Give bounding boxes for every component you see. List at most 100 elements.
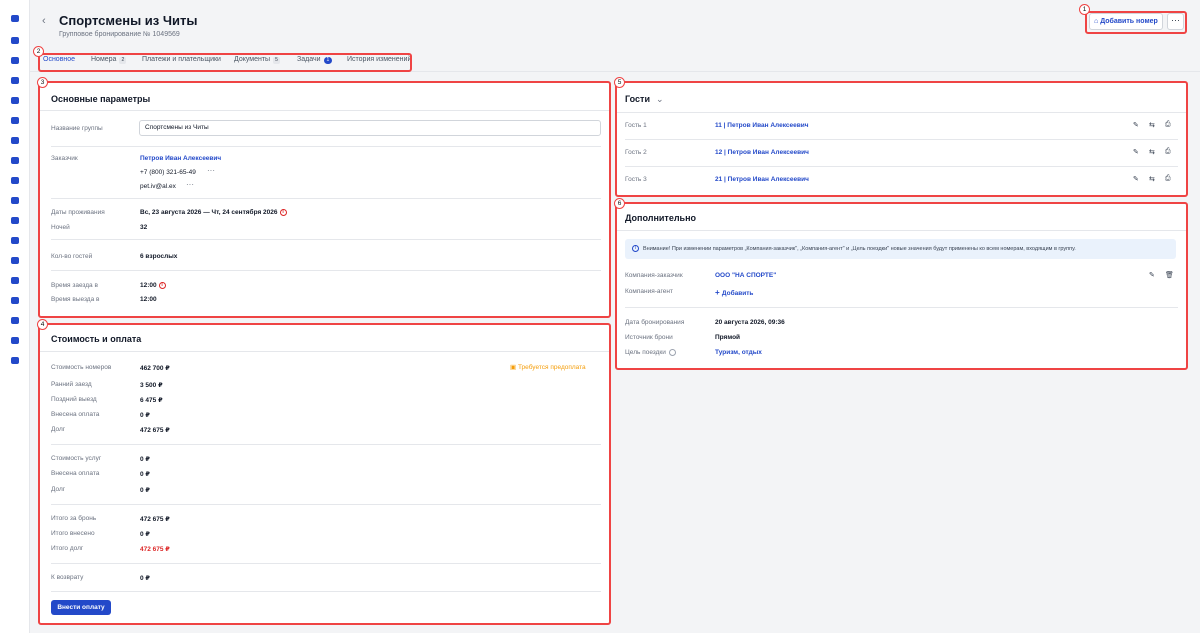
booking-date-value: 20 августа 2026, 09:36 [715,319,785,326]
page-title: Спортсмены из Читы [59,13,198,28]
edit-icon[interactable]: ✎ [1133,121,1139,129]
cost-row-label: Внесена оплата [51,411,100,418]
guest-label: Гость 2 [625,149,647,156]
checkbox-icon[interactable] [10,196,20,206]
guest-link[interactable]: 11 | Петров Иван Алексеевич [715,122,809,129]
megaphone-icon[interactable] [10,116,20,126]
booking-date-label: Дата бронирования [625,319,685,326]
customer-email: pet.iv@al.ex [140,183,176,190]
cost-row-label: Итого долг [51,545,84,552]
company-customer-label: Компания-заказчик [625,272,683,279]
swap-icon[interactable]: ⇆ [1149,175,1155,183]
page-subtitle: Групповое бронирование № 1049569 [59,31,180,38]
annotation-marker-5: 5 [614,77,625,88]
cost-card: Стоимость и оплата ▣ Требуется предоплат… [40,325,609,623]
info-icon[interactable] [668,349,676,356]
checkin-text: 12:00 [140,282,157,290]
tab-documents[interactable]: Документы 5 [234,56,280,64]
dates-label: Даты проживания [51,209,105,216]
cost-row-label: К возврату [51,574,84,581]
count-badge: 1 [323,57,333,64]
home-icon[interactable] [10,14,20,24]
gear-icon[interactable] [10,236,20,246]
more-button[interactable]: ··· [1167,13,1184,30]
print-icon[interactable]: ⎙ [1165,148,1171,156]
tab-label: Документы [234,56,271,63]
cost-row-label: Ранний заезд [51,381,92,388]
layers-icon[interactable] [10,156,20,166]
chart-trend-icon[interactable] [10,56,20,66]
total-debt-value: 472 675 ₽ [140,546,170,553]
nights-label: Ночей [51,224,70,231]
purpose-label-text: Цель поездки [625,349,666,357]
guest-link[interactable]: 12 | Петров Иван Алексеевич [715,149,809,156]
cost-row-label: Внесена оплата [51,470,100,477]
tag-icon[interactable] [10,96,20,106]
tab-label: Номера [91,56,117,63]
edit-icon[interactable]: ✎ [1133,148,1139,156]
pay-button[interactable]: Внести оплату [51,600,111,615]
main-params-card: Основные параметры Название группы Спорт… [40,83,609,316]
cost-row-value: 6 475 ₽ [140,397,163,404]
back-chevron-icon[interactable]: ‹ [42,15,46,27]
phone-more-icon[interactable]: ··· [207,166,215,175]
calendar-icon[interactable] [10,36,20,46]
annotation-marker-2: 2 [33,46,44,57]
add-agent-button[interactable]: + Добавить [715,288,753,297]
guest-label: Гость 3 [625,176,647,183]
database-icon[interactable] [10,296,20,306]
bar-chart-icon[interactable] [10,176,20,186]
cost-row-label: Долг [51,426,66,433]
document-icon[interactable] [10,136,20,146]
info-icon[interactable]: i [158,282,166,289]
profile-icon[interactable] [10,356,20,366]
tab-label: Задачи [297,56,321,63]
customer-label: Заказчик [51,155,78,162]
edit-icon[interactable]: ✎ [1149,271,1155,279]
company-customer-link[interactable]: ООО "НА СПОРТЕ" [715,272,776,279]
wallet-icon[interactable] [10,276,20,286]
guest-link[interactable]: 21 | Петров Иван Алексеевич [715,176,809,183]
add-room-button[interactable]: ⌂ Добавить номер [1089,13,1163,30]
purpose-link[interactable]: Туризм, отдых [715,349,762,356]
add-room-label: Добавить номер [1100,18,1158,25]
print-icon[interactable]: ⎙ [1165,175,1171,183]
tab-history[interactable]: История изменений [347,56,411,63]
cost-row-value: 472 675 ₽ [140,427,170,434]
notice-text: Внимание! При изменении параметров „Комп… [643,246,1076,252]
tab-rooms[interactable]: Номера 2 [91,56,127,64]
group-name-input[interactable]: Спортсмены из Читы [139,120,601,136]
customer-link[interactable]: Петров Иван Алексеевич [140,155,221,162]
plus-icon: + [715,288,722,297]
cost-row-label: Итого внесено [51,530,95,537]
tab-main[interactable]: Основное [43,56,75,63]
edit-icon[interactable]: ✎ [1133,175,1139,183]
cost-row-value: 0 ₽ [140,471,150,478]
cloud-icon[interactable] [10,336,20,346]
dates-text: Вс, 23 августа 2026 — Чт, 24 сентября 20… [140,209,278,217]
tab-label: Основное [43,56,76,63]
tab-bar: Основное Номера 2 Платежи и плательщики Д… [30,50,1200,72]
count-badge: 5 [273,57,280,64]
card-title: Дополнительно [625,213,697,223]
chevron-down-icon[interactable]: ⌄ [656,94,664,104]
tab-payments[interactable]: Платежи и плательщики [142,56,221,63]
user-icon[interactable] [10,76,20,86]
cost-row-label: Итого за бронь [51,515,97,522]
cost-row-value: 0 ₽ [140,575,150,582]
email-more-icon[interactable]: ··· [186,180,194,189]
check-icon[interactable] [10,216,20,226]
tab-tasks[interactable]: Задачи 1 [297,56,333,64]
info-icon[interactable]: i [279,209,287,216]
swap-icon[interactable]: ⇆ [1149,121,1155,129]
cost-row-value: 0 ₽ [140,531,150,538]
wallet-warning-icon: ▣ [510,364,518,371]
cost-row-value: 472 675 ₽ [140,516,170,523]
card-title: Гости ⌄ [625,94,664,105]
source-value: Прямой [715,334,741,341]
swap-icon[interactable]: ⇆ [1149,148,1155,156]
briefcase-icon[interactable] [10,256,20,266]
shield-icon[interactable] [10,316,20,326]
trash-icon[interactable]: 🗑 [1165,271,1174,279]
print-icon[interactable]: ⎙ [1165,121,1171,129]
